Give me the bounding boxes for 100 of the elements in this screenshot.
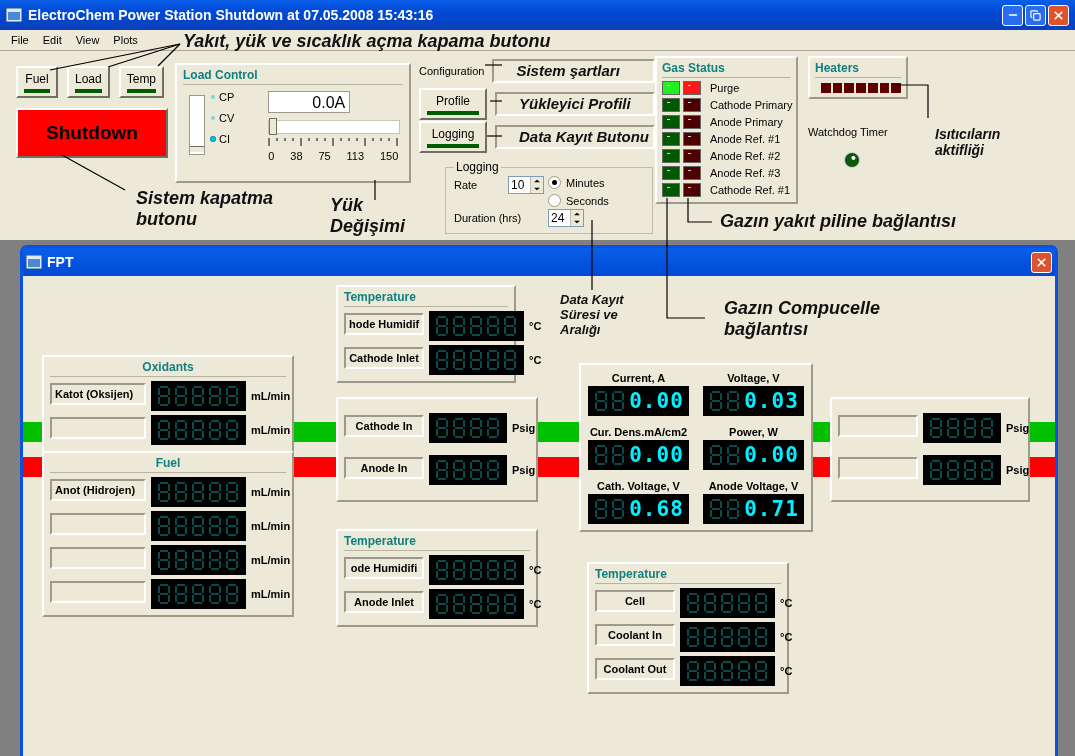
annotation: Yükleyici Profili [519, 95, 631, 112]
setpoint-field[interactable]: 0.0A [268, 91, 351, 113]
down-arrow-icon[interactable] [571, 218, 583, 226]
window-title: ElectroChem Power Station Shutdown at 07.05.2008 15:43:16 [28, 7, 434, 23]
panel-title: Temperature [344, 290, 508, 307]
unit-label: mL/min [251, 424, 291, 436]
leader-line [489, 100, 503, 102]
toolbar-button[interactable]: Profile [419, 88, 487, 120]
gas-label: Anode Ref. #3 [710, 167, 781, 179]
load-slider[interactable] [268, 120, 401, 134]
mode-option[interactable]: CP [211, 91, 235, 103]
shutdown-button[interactable]: Shutdown [16, 108, 168, 158]
menu-item[interactable]: View [68, 34, 107, 46]
up-arrow-icon[interactable] [571, 210, 583, 218]
lcd-reading: 0.03 [744, 389, 799, 413]
panel-title: Gas Status [662, 61, 791, 78]
lcd-reading: 0.00 [629, 443, 684, 467]
toggle-button[interactable]: Temp [118, 66, 165, 98]
unit-label: mL/min [251, 554, 291, 566]
leader-line [374, 179, 376, 201]
panel-title: Temperature [595, 567, 781, 584]
unit-label: °C [529, 564, 542, 576]
unit-label: mL/min [251, 588, 291, 600]
gas-label: Purge [710, 82, 740, 94]
configuration-label[interactable]: Configuration [419, 65, 485, 77]
app-icon [26, 255, 42, 269]
unit-label: Psig [512, 422, 536, 434]
label-box: Coolant Out [595, 658, 675, 680]
radio-option[interactable]: Minutes [548, 176, 644, 189]
label-box: Cathode In [344, 415, 424, 437]
toggle-button[interactable]: Fuel [16, 66, 58, 98]
label-box: ode Humidifi [344, 557, 424, 579]
unit-label: °C [529, 320, 542, 332]
menu-item[interactable]: Plots [106, 34, 145, 46]
window-title: FPT [47, 254, 74, 270]
tick-label: 75 [318, 150, 331, 162]
label-box: Katot (Oksijen) [50, 383, 146, 405]
unit-label: °C [780, 597, 793, 609]
duration-spinner[interactable]: 24 [548, 209, 584, 227]
rate-spinner[interactable]: 10 [508, 176, 544, 194]
close-icon [1052, 8, 1065, 22]
panel-title: Heaters [815, 61, 901, 78]
duration-label: Duration (hrs) [454, 212, 523, 224]
panel-title: Load Control [183, 68, 403, 85]
unit-label: °C [529, 598, 542, 610]
unit-label: °C [780, 665, 793, 677]
restore-button[interactable] [1025, 4, 1046, 26]
close-button[interactable] [1031, 251, 1052, 273]
gas-label: Anode Primary [710, 116, 783, 128]
reading-label: Cath. Voltage, V [597, 480, 680, 492]
gas-label: Cathode Primary [710, 99, 793, 111]
unit-label: °C [780, 631, 793, 643]
tick-label: 38 [290, 150, 303, 162]
leader-line [897, 84, 929, 119]
annotation: Gazın yakıt piline bağlantısı [720, 211, 957, 232]
unit-label: °C [529, 354, 542, 366]
leader-line [61, 154, 126, 191]
mode-option[interactable]: CI [211, 133, 235, 145]
close-icon [1035, 255, 1048, 269]
minimize-button[interactable] [1002, 4, 1023, 26]
unit-label: Psig [512, 464, 536, 476]
gas-label: Anode Ref. #1 [710, 133, 781, 145]
unit-label: Psig [1006, 464, 1030, 476]
rate-label: Rate [454, 179, 479, 191]
reading-label: Anode Voltage, V [708, 480, 799, 492]
reading-label: Power, W [729, 426, 778, 438]
panel-title: Temperature [344, 534, 530, 551]
annotation: Data Kayıt Süresi ve Aralığı [560, 293, 624, 338]
panel-title: Fuel [50, 456, 286, 473]
up-arrow-icon[interactable] [531, 177, 543, 185]
annotation: Isıtıcıların aktifliği [935, 126, 1001, 159]
annotation: Data Kayıt Butonu [519, 128, 649, 145]
group-title: Logging [455, 160, 500, 174]
label-box: Anot (Hidrojen) [50, 479, 146, 501]
label-box: hode Humidif [344, 313, 424, 335]
leader-line [484, 64, 503, 66]
label-box: Anode In [344, 457, 424, 479]
lcd-reading: 0.68 [629, 497, 684, 521]
app-icon [6, 8, 22, 22]
menu-item[interactable]: Edit [35, 34, 69, 46]
label-box: Anode Inlet [344, 591, 424, 613]
mode-slider[interactable] [189, 95, 205, 155]
tick-label: 0 [268, 150, 275, 162]
restore-icon [1030, 9, 1041, 21]
annotation: Gazın Compucelle bağlantısı [724, 298, 881, 340]
toggle-button[interactable]: Load [67, 66, 110, 98]
gas-label: Anode Ref. #2 [710, 150, 781, 162]
menu-item[interactable]: File [4, 34, 36, 46]
mode-option[interactable]: CV [211, 112, 235, 124]
down-arrow-icon[interactable] [531, 185, 543, 193]
gas-label: Cathode Ref. #1 [710, 184, 791, 196]
lcd-reading: 0.71 [744, 497, 799, 521]
radio-option[interactable]: Seconds [548, 194, 644, 207]
leader-line [591, 219, 593, 291]
unit-label: Psig [1006, 422, 1030, 434]
lcd-reading: 0.00 [744, 443, 799, 467]
close-button[interactable] [1048, 4, 1069, 26]
reading-label: Current, A [611, 372, 666, 384]
leader-line [486, 135, 503, 137]
toolbar-button[interactable]: Logging [419, 121, 487, 153]
